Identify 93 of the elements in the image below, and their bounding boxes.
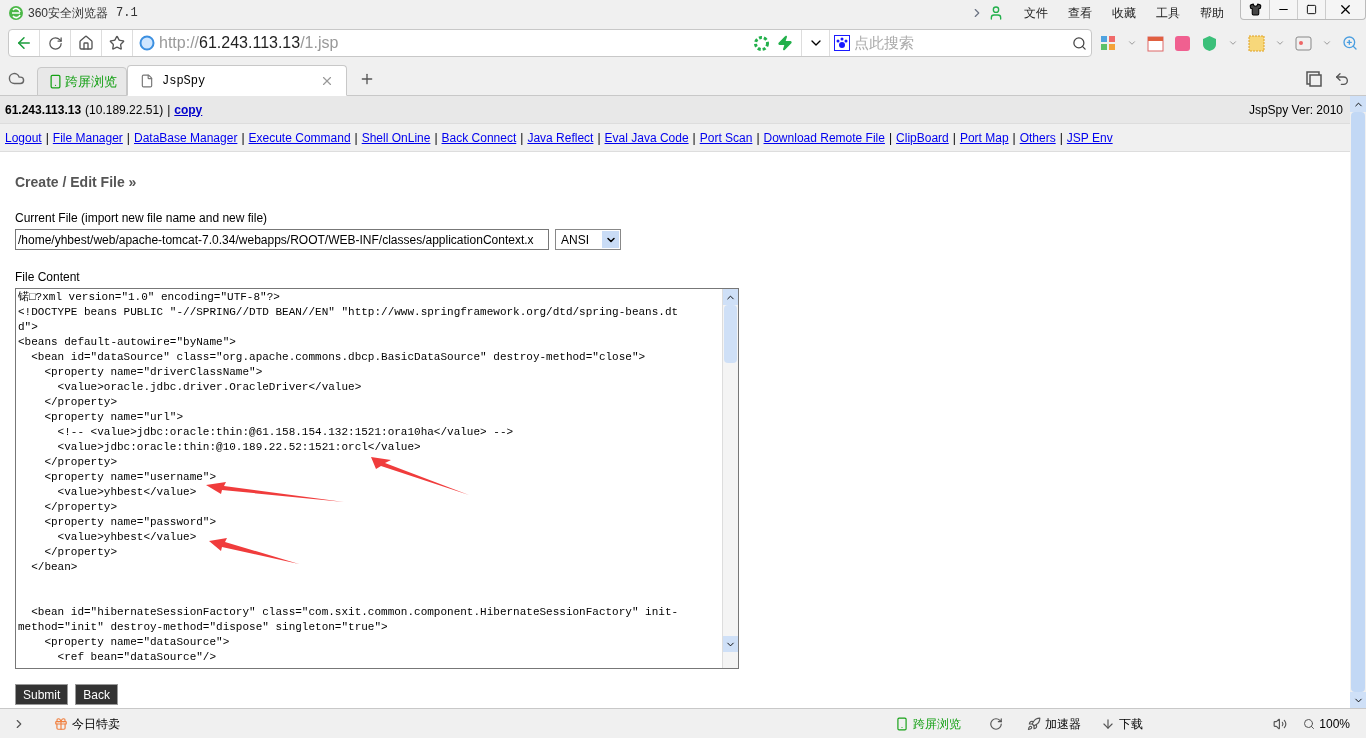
accelerator-link[interactable]: 加速器 bbox=[1045, 714, 1082, 733]
separator: | bbox=[126, 129, 130, 147]
globe-icon bbox=[139, 35, 155, 51]
separator: | bbox=[45, 129, 49, 147]
paw-icon[interactable] bbox=[834, 35, 850, 51]
maximize-icon bbox=[1306, 4, 1317, 15]
phone-icon bbox=[47, 74, 63, 89]
window-title: 360安全浏览器 bbox=[28, 5, 109, 22]
menu-item[interactable]: 收藏 bbox=[1112, 4, 1136, 22]
nav-link[interactable]: ClipBoard bbox=[896, 128, 949, 147]
rocket-icon[interactable] bbox=[1027, 716, 1042, 731]
caret-icon[interactable] bbox=[1127, 38, 1137, 48]
user-icon[interactable] bbox=[988, 5, 1004, 21]
ip-label: (10.189.22.51) bbox=[85, 101, 164, 119]
menu-item[interactable]: 工具 bbox=[1156, 4, 1180, 22]
separator: | bbox=[1012, 129, 1016, 147]
form-button[interactable]: Back bbox=[75, 684, 119, 705]
separator: | bbox=[241, 129, 245, 147]
scrollbar[interactable] bbox=[722, 289, 738, 668]
scroll-up-button[interactable] bbox=[723, 289, 738, 305]
nav-link[interactable]: Back Connect bbox=[441, 128, 517, 147]
volume-icon[interactable] bbox=[1273, 716, 1288, 731]
version-label: 7.1 bbox=[116, 5, 138, 22]
section-title: Create / Edit File » bbox=[15, 173, 138, 192]
separator: | bbox=[692, 129, 696, 147]
file-path-field[interactable]: /home/yhbest/web/apache-tomcat-7.0.34/webapps/ROOT/WEB-INF/classes/applicationContext.x bbox=[15, 229, 549, 250]
scroll-down-button[interactable] bbox=[723, 636, 738, 652]
scroll-thumb[interactable] bbox=[724, 305, 737, 363]
lightning-icon[interactable] bbox=[777, 35, 793, 51]
nav-link[interactable]: File Manager bbox=[52, 128, 123, 147]
nav-link[interactable]: Logout bbox=[5, 128, 42, 147]
separator: | bbox=[888, 129, 893, 147]
download-link[interactable]: 下载 bbox=[1119, 714, 1144, 733]
scroll-up-button[interactable] bbox=[1350, 96, 1366, 112]
reload-icon bbox=[47, 35, 63, 51]
cloud-icon[interactable] bbox=[8, 70, 25, 87]
image-icon[interactable] bbox=[1295, 35, 1312, 51]
phone-icon[interactable] bbox=[895, 716, 910, 731]
separator: | bbox=[756, 129, 760, 147]
nav-link[interactable]: JSP Env bbox=[1066, 128, 1113, 147]
nav-link[interactable]: Execute Command bbox=[248, 128, 351, 147]
encoding-select[interactable]: ANSI bbox=[555, 229, 621, 250]
nav-link[interactable]: Eval Java Code bbox=[604, 128, 689, 147]
nav-link[interactable]: Download Remote File bbox=[763, 128, 885, 147]
nav-link[interactable]: Port Scan bbox=[699, 128, 753, 147]
menu-item[interactable]: 帮助 bbox=[1200, 4, 1224, 22]
menu-item[interactable]: 文件 bbox=[1024, 4, 1048, 22]
gift-icon[interactable] bbox=[54, 716, 68, 731]
scroll-thumb[interactable] bbox=[1351, 112, 1365, 692]
separator: | bbox=[434, 129, 438, 147]
shirt-icon bbox=[1248, 3, 1262, 16]
home-icon bbox=[78, 35, 94, 51]
search-icon[interactable] bbox=[1072, 35, 1087, 51]
file-label: Current File (import new file name and new file) bbox=[15, 210, 269, 227]
url-field[interactable]: http://61.243.113.13/1.jsp bbox=[159, 31, 754, 55]
scroll-down-button[interactable] bbox=[1350, 692, 1366, 708]
separator: | bbox=[354, 129, 358, 147]
copy-link[interactable]: copy bbox=[174, 100, 203, 119]
caret-icon[interactable] bbox=[1228, 38, 1238, 48]
separator: | bbox=[597, 129, 601, 147]
zoom-icon[interactable] bbox=[1342, 35, 1358, 51]
loading-icon bbox=[754, 35, 769, 51]
separator: | bbox=[952, 129, 956, 147]
windows-icon[interactable] bbox=[1306, 71, 1322, 87]
shield-icon[interactable] bbox=[1201, 34, 1218, 52]
nav-link[interactable]: Shell OnLine bbox=[361, 128, 431, 147]
page-scrollbar[interactable] bbox=[1350, 96, 1366, 708]
apps-icon[interactable] bbox=[1100, 34, 1117, 52]
separator: | bbox=[1059, 129, 1063, 147]
nav-link[interactable]: Others bbox=[1019, 128, 1056, 147]
search-icon[interactable] bbox=[1303, 717, 1316, 730]
star-icon bbox=[109, 35, 125, 51]
deals-link[interactable]: 今日特卖 bbox=[72, 714, 120, 733]
page-icon bbox=[140, 73, 154, 88]
close-icon bbox=[1338, 2, 1353, 17]
caret-icon[interactable] bbox=[1275, 38, 1285, 48]
zoom-level[interactable]: 100% bbox=[1319, 714, 1350, 733]
nav-link[interactable]: Port Map bbox=[959, 128, 1009, 147]
nav-link[interactable]: DataBase Manager bbox=[134, 128, 238, 147]
tab[interactable]: JspSpy bbox=[127, 65, 347, 96]
undo-icon[interactable] bbox=[1334, 71, 1350, 87]
nav-link[interactable]: Java Reflect bbox=[527, 128, 594, 147]
menu-item[interactable]: 查看 bbox=[1068, 4, 1092, 22]
content-label: File Content bbox=[15, 269, 81, 286]
separator: | bbox=[520, 129, 524, 147]
host-label: 61.243.113.13 bbox=[5, 101, 82, 119]
search-field[interactable]: 点此搜索 bbox=[854, 31, 1072, 55]
browser-logo-icon bbox=[8, 5, 24, 21]
plus-icon[interactable] bbox=[359, 71, 375, 87]
form-button[interactable]: Submit bbox=[15, 684, 69, 705]
separator: | bbox=[167, 101, 171, 119]
caret-icon[interactable] bbox=[1322, 38, 1332, 48]
version-label: JspSpy Ver: 2010 bbox=[1248, 101, 1343, 119]
